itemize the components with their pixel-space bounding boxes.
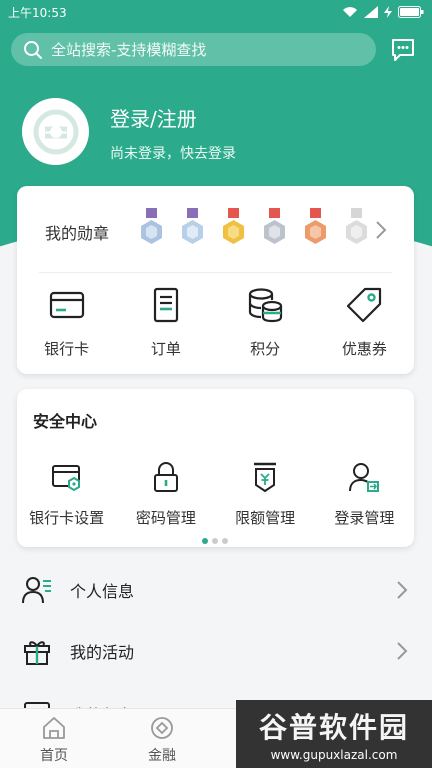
menu-item-label: 我的活动 (70, 643, 135, 662)
security-item-password[interactable]: 密码管理 (116, 461, 215, 531)
avatar-logo-icon (33, 109, 78, 154)
lock-icon (153, 462, 178, 492)
wallet-item-label: 订单 (150, 340, 181, 358)
medal-icon (182, 208, 203, 244)
medal-icon (264, 208, 285, 244)
medal-icon (305, 208, 326, 244)
card-settings-icon (51, 465, 80, 492)
nav-item-label: 金融 (148, 748, 176, 764)
security-grid: 银行卡设置 密码管理 限额管理 登录管理 (17, 461, 414, 531)
medal-icon (346, 208, 367, 244)
wallet-item-label: 积分 (250, 340, 281, 358)
login-user-icon (349, 463, 380, 492)
medal-list[interactable] (137, 208, 371, 248)
status-icons (342, 6, 424, 18)
wallet-item-bank-card[interactable]: 银行卡 (17, 286, 116, 364)
medals-label[interactable]: 我的勋章 (45, 220, 109, 244)
order-icon (153, 287, 178, 323)
security-item-card-settings[interactable]: 银行卡设置 (17, 461, 116, 531)
watermark-logo: 谷普软件园 (258, 711, 409, 744)
wallet-card: 我的勋章 银行卡 订单 积分 优惠券 (17, 186, 414, 374)
page-dot[interactable] (212, 538, 218, 544)
gift-icon (24, 641, 50, 665)
chevron-right-icon (397, 581, 408, 599)
nav-item-finance[interactable]: 金融 (108, 709, 216, 768)
wallet-item-label: 银行卡 (44, 340, 90, 358)
divider (39, 272, 392, 273)
chevron-right-icon[interactable] (375, 220, 387, 240)
search-placeholder: 全站搜索-支持模糊查找 (51, 41, 207, 59)
points-icon (249, 288, 283, 323)
wallet-item-label: 优惠券 (341, 340, 387, 358)
message-icon[interactable] (390, 37, 416, 63)
login-subtitle[interactable]: 尚未登录，快去登录 (110, 143, 236, 163)
avatar[interactable] (22, 98, 89, 165)
limit-icon (254, 462, 277, 493)
user-info-icon (22, 577, 51, 604)
security-item-label: 限额管理 (235, 509, 296, 527)
status-time: 上午10:53 (8, 5, 67, 20)
wallet-grid: 银行卡 订单 积分 优惠券 (17, 286, 414, 364)
page-indicator (202, 538, 228, 544)
wallet-item-coupon[interactable]: 优惠券 (315, 286, 414, 364)
status-bar: 上午10:53 (0, 0, 432, 24)
wifi-icon (343, 7, 357, 17)
security-item-label: 银行卡设置 (29, 509, 105, 527)
security-card: 安全中心 银行卡设置 密码管理 限额管理 登录管理 (17, 389, 414, 547)
wallet-item-points[interactable]: 积分 (216, 286, 315, 364)
security-item-limit[interactable]: 限额管理 (216, 461, 315, 531)
security-item-login[interactable]: 登录管理 (315, 461, 414, 531)
nav-item-home[interactable]: 首页 (0, 709, 108, 768)
search-input[interactable]: 全站搜索-支持模糊查找 (11, 33, 376, 66)
coupon-icon (347, 287, 382, 323)
signal-icon (364, 6, 378, 18)
bank-card-icon (49, 291, 84, 319)
menu-item-personal-info[interactable]: 个人信息 (0, 560, 432, 620)
battery-icon (398, 6, 424, 18)
wallet-item-order[interactable]: 订单 (116, 286, 215, 364)
medal-icon (141, 208, 162, 244)
security-item-label: 登录管理 (334, 509, 395, 527)
page-dot[interactable] (222, 538, 228, 544)
finance-icon (151, 717, 173, 739)
chevron-right-icon (397, 642, 408, 660)
watermark: 谷普软件园 www.gupuxlazal.com (236, 700, 432, 768)
login-register-link[interactable]: 登录/注册 (110, 103, 197, 132)
home-icon (43, 717, 65, 739)
menu-item-label: 个人信息 (70, 582, 135, 601)
medal-icon (223, 208, 244, 244)
nav-item-label: 首页 (40, 748, 68, 764)
security-item-label: 密码管理 (135, 509, 196, 527)
watermark-url: www.gupuxlazal.com (270, 748, 398, 762)
search-icon (24, 40, 42, 59)
security-title: 安全中心 (33, 412, 98, 431)
menu-item-my-activities[interactable]: 我的活动 (0, 621, 432, 681)
charging-icon (384, 6, 392, 18)
page-dot-active[interactable] (202, 538, 208, 544)
